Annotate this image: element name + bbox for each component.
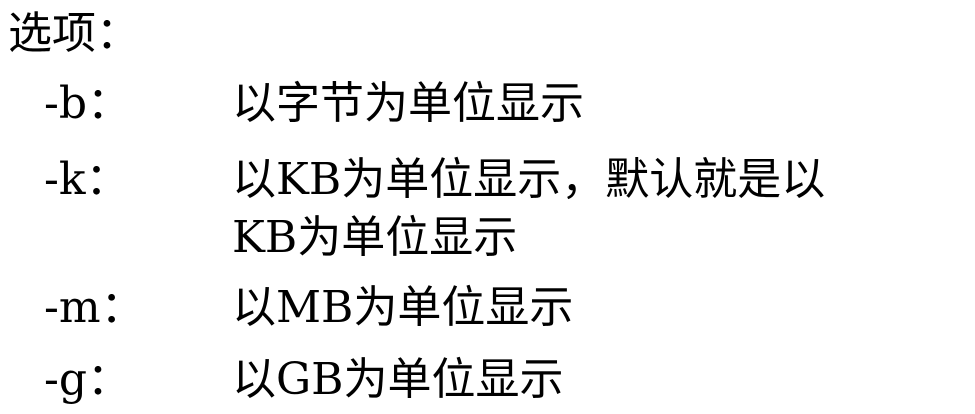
option-key: -g： [44, 354, 132, 405]
option-description-line-2: KB为单位显示 [232, 212, 518, 263]
options-document: 选项： -b： 以字节为单位显示 -k： 以KB为单位显示，默认就是以 KB为单… [0, 0, 975, 414]
options-list: -b： 以字节为单位显示 -k： 以KB为单位显示，默认就是以 KB为单位显示 … [0, 0, 975, 414]
option-key: -k： [44, 154, 130, 205]
option-description: 以字节为单位显示 [232, 78, 584, 129]
option-key: -m： [44, 282, 145, 333]
option-description: 以GB为单位显示 [232, 354, 564, 405]
option-description-line-1: 以KB为单位显示，默认就是以 [232, 154, 826, 205]
option-key: -b： [44, 78, 132, 129]
option-description: 以MB为单位显示 [232, 282, 574, 333]
